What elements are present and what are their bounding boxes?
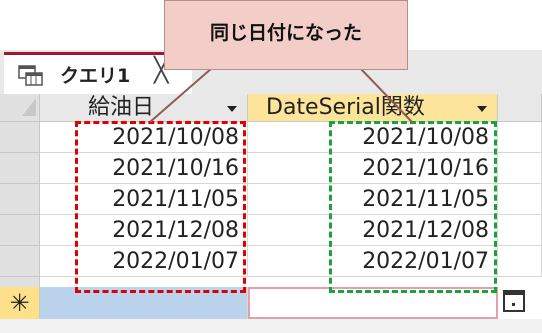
table-cell[interactable] xyxy=(498,153,542,184)
tab-label: クエリ1 xyxy=(60,65,131,87)
row-selector[interactable] xyxy=(0,184,40,215)
table-cell[interactable] xyxy=(498,215,542,246)
callout-text: 同じ日付になった xyxy=(209,22,362,44)
query-icon xyxy=(18,65,43,86)
chevron-down-icon[interactable] xyxy=(227,106,237,112)
row-selector[interactable] xyxy=(0,153,40,184)
row-selector xyxy=(0,277,40,287)
calendar-icon[interactable] xyxy=(503,290,525,312)
column-header-empty[interactable] xyxy=(498,94,542,122)
highlight-box-red xyxy=(75,121,246,293)
highlight-box-green xyxy=(329,121,497,293)
column-header-label: DateSerial関数 xyxy=(266,95,425,120)
column-header-dateserial[interactable]: DateSerial関数 xyxy=(248,94,498,122)
table-cell[interactable] xyxy=(498,122,542,153)
select-all-corner[interactable] xyxy=(0,94,40,122)
column-header-kyuyubi[interactable]: 給油日 xyxy=(40,94,248,122)
table-cell[interactable] xyxy=(498,184,542,215)
row-selector[interactable] xyxy=(0,246,40,277)
row-selector[interactable] xyxy=(0,215,40,246)
table-cell[interactable] xyxy=(498,246,542,277)
chevron-down-icon[interactable] xyxy=(477,106,487,112)
callout-annotation: 同じ日付になった xyxy=(164,0,408,70)
column-header-label: 給油日 xyxy=(88,95,155,120)
new-record-icon[interactable]: ✳ xyxy=(0,287,40,319)
grid-bottom-strip xyxy=(0,319,542,333)
row-selector[interactable] xyxy=(0,122,40,153)
